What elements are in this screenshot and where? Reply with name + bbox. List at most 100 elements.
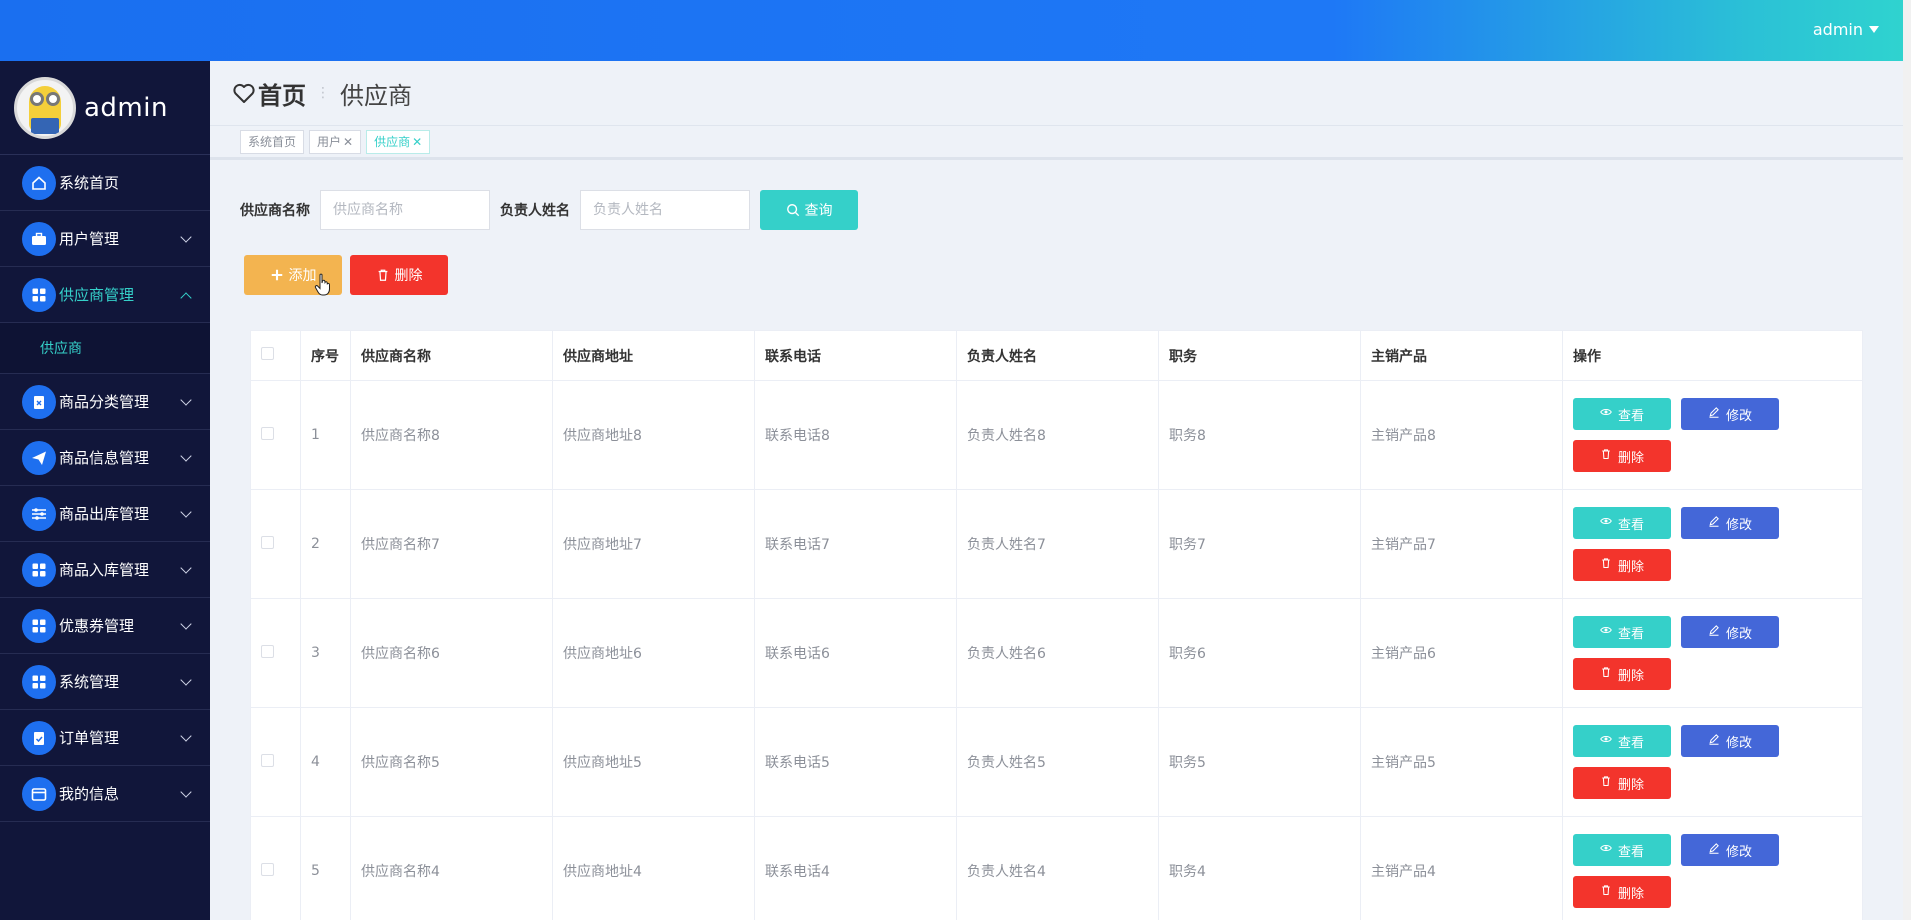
table-cell-position: 职务8 [1158,380,1361,490]
supplier-name-label: 供应商名称 [240,203,310,219]
view-button[interactable]: 查看 [1573,398,1671,430]
supplier-name-input[interactable] [320,190,490,230]
tab-tag[interactable]: 系统首页 [240,129,305,154]
edit-icon [1708,842,1720,858]
view-button[interactable]: 查看 [1573,616,1671,648]
view-button[interactable]: 查看 [1573,834,1671,866]
sidebar-item[interactable]: 商品出库管理 [0,486,210,542]
row-actions-cell: 查看 修改删除 [1562,816,1863,920]
sliders-icon [22,496,56,531]
edit-button[interactable]: 修改 [1681,398,1779,430]
search-icon [786,204,799,217]
breadcrumb-home[interactable]: 首页 [258,76,306,111]
supplier-table: 序号 供应商名称 供应商地址 联系电话 负责人姓名 职务 主销产品 操作 1 供应… [250,330,1863,920]
sidebar-subitem[interactable]: 供应商 [0,323,210,374]
delete-button[interactable]: 删除 [1573,549,1671,581]
row-select-cell [250,489,301,599]
sidebar-item[interactable]: 商品分类管理 [0,374,210,430]
delete-button[interactable]: 删除 [1573,440,1671,472]
sidebar-menu: 系统首页用户管理供应商管理供应商 商品分类管理 商品信息管理 商品出库管理 商品入库管理… [0,155,210,822]
column-header: 职务 [1158,330,1361,381]
tab-tag-label: 供应商 [374,135,411,149]
row-checkbox[interactable] [261,862,274,876]
view-button-label: 查看 [1617,844,1644,860]
sidebar-item[interactable]: 订单管理 [0,710,210,766]
eye-icon [1600,842,1612,858]
table-cell-contact: 负责人姓名6 [956,598,1159,708]
query-button[interactable]: 查询 [760,190,858,230]
chevron-down-icon [180,394,192,406]
sidebar-item[interactable]: 我的信息 [0,766,210,822]
sidebar-item[interactable]: 系统管理 [0,654,210,710]
table-row[interactable]: 1 供应商名称8 供应商地址8 联系电话8 负责人姓名8 职务8 主销产品8 查看 修改 删除 [250,380,1863,490]
sidebar-item[interactable]: 优惠券管理 [0,598,210,654]
delete-button-label: 删除 [1617,450,1644,466]
sidebar: admin 系统首页 用户管理 供应商管理 供应商 商品分类管理 商品信息管理 商品出库管理… [0,61,210,920]
edit-button[interactable]: 修改 [1681,725,1779,757]
close-icon[interactable]: ✕ [412,135,422,149]
edit-button[interactable]: 修改 [1681,616,1779,648]
row-checkbox[interactable] [261,753,274,767]
tab-tags: 系统首页 用户 ✕ 供应商 ✕ [210,126,1903,160]
tab-tag-label: 系统首页 [248,135,297,149]
table-cell-phone: 联系电话5 [754,707,957,817]
row-checkbox[interactable] [261,644,274,658]
close-icon[interactable]: ✕ [343,135,353,149]
delete-button[interactable]: 删除 [1573,876,1671,908]
bulk-delete-button[interactable]: 删除 [350,255,448,295]
sidebar-item-label: 供应商管理 [59,286,135,304]
chevron-down-icon [180,786,192,798]
chevron-down-icon [180,618,192,630]
sidebar-item[interactable]: 供应商管理 [0,267,210,323]
tab-tag[interactable]: 供应商 ✕ [366,129,431,154]
table-cell-contact: 负责人姓名4 [956,816,1159,920]
edit-button-label: 修改 [1725,844,1752,860]
trash-icon [1600,557,1612,573]
select-all-checkbox[interactable] [261,347,274,360]
sidebar-item[interactable]: 用户管理 [0,211,210,267]
user-menu[interactable]: admin [1813,20,1879,39]
edit-icon [1708,515,1720,531]
edit-button[interactable]: 修改 [1681,507,1779,539]
table-cell-product: 主销产品7 [1360,489,1563,599]
table-cell-phone: 联系电话4 [754,816,957,920]
table-header-row: 序号 供应商名称 供应商地址 联系电话 负责人姓名 职务 主销产品 操作 [250,330,1863,381]
sidebar-item-label: 系统管理 [59,673,120,691]
view-button[interactable]: 查看 [1573,507,1671,539]
top-header: admin [0,0,1903,61]
edit-icon [1708,406,1720,422]
table-cell-name: 供应商名称8 [350,380,553,490]
table-cell-address: 供应商地址5 [552,707,755,817]
clipboard-check-icon [22,720,56,755]
table-cell-contact: 负责人姓名7 [956,489,1159,599]
sidebar-item[interactable]: 商品入库管理 [0,542,210,598]
table-cell-address: 供应商地址6 [552,598,755,708]
row-actions-cell: 查看 修改删除 [1562,489,1863,599]
sidebar-item[interactable]: 系统首页 [0,155,210,211]
table-row[interactable]: 5 供应商名称4 供应商地址4 联系电话4 负责人姓名4 职务4 主销产品4 查看 修改 删除 [250,816,1863,920]
trash-icon [1600,448,1612,464]
row-actions-cell: 查看 修改删除 [1562,380,1863,490]
trash-icon [1600,884,1612,900]
tab-tag[interactable]: 用户 ✕ [309,129,362,154]
row-select-cell [250,707,301,817]
table-row[interactable]: 3 供应商名称6 供应商地址6 联系电话6 负责人姓名6 职务6 主销产品6 查看 修改 删除 [250,598,1863,708]
view-button[interactable]: 查看 [1573,725,1671,757]
table-cell-index: 2 [300,489,351,599]
delete-button[interactable]: 删除 [1573,767,1671,799]
sidebar-item[interactable]: 商品信息管理 [0,430,210,486]
sidebar-item-label: 系统首页 [59,174,120,192]
edit-button-label: 修改 [1725,735,1752,751]
table-row[interactable]: 2 供应商名称7 供应商地址7 联系电话7 负责人姓名7 职务7 主销产品7 查看 修改 删除 [250,489,1863,599]
row-checkbox[interactable] [261,535,274,549]
table-cell-address: 供应商地址8 [552,380,755,490]
page-scrollbar[interactable] [1903,0,1911,920]
row-actions-cell: 查看 修改删除 [1562,707,1863,817]
delete-button-label: 删除 [1617,559,1644,575]
row-checkbox[interactable] [261,426,274,440]
edit-button[interactable]: 修改 [1681,834,1779,866]
contact-name-input[interactable] [580,190,750,230]
eye-icon [1600,406,1612,422]
table-row[interactable]: 4 供应商名称5 供应商地址5 联系电话5 负责人姓名5 职务5 主销产品5 查看 修改 删除 [250,707,1863,817]
delete-button[interactable]: 删除 [1573,658,1671,690]
